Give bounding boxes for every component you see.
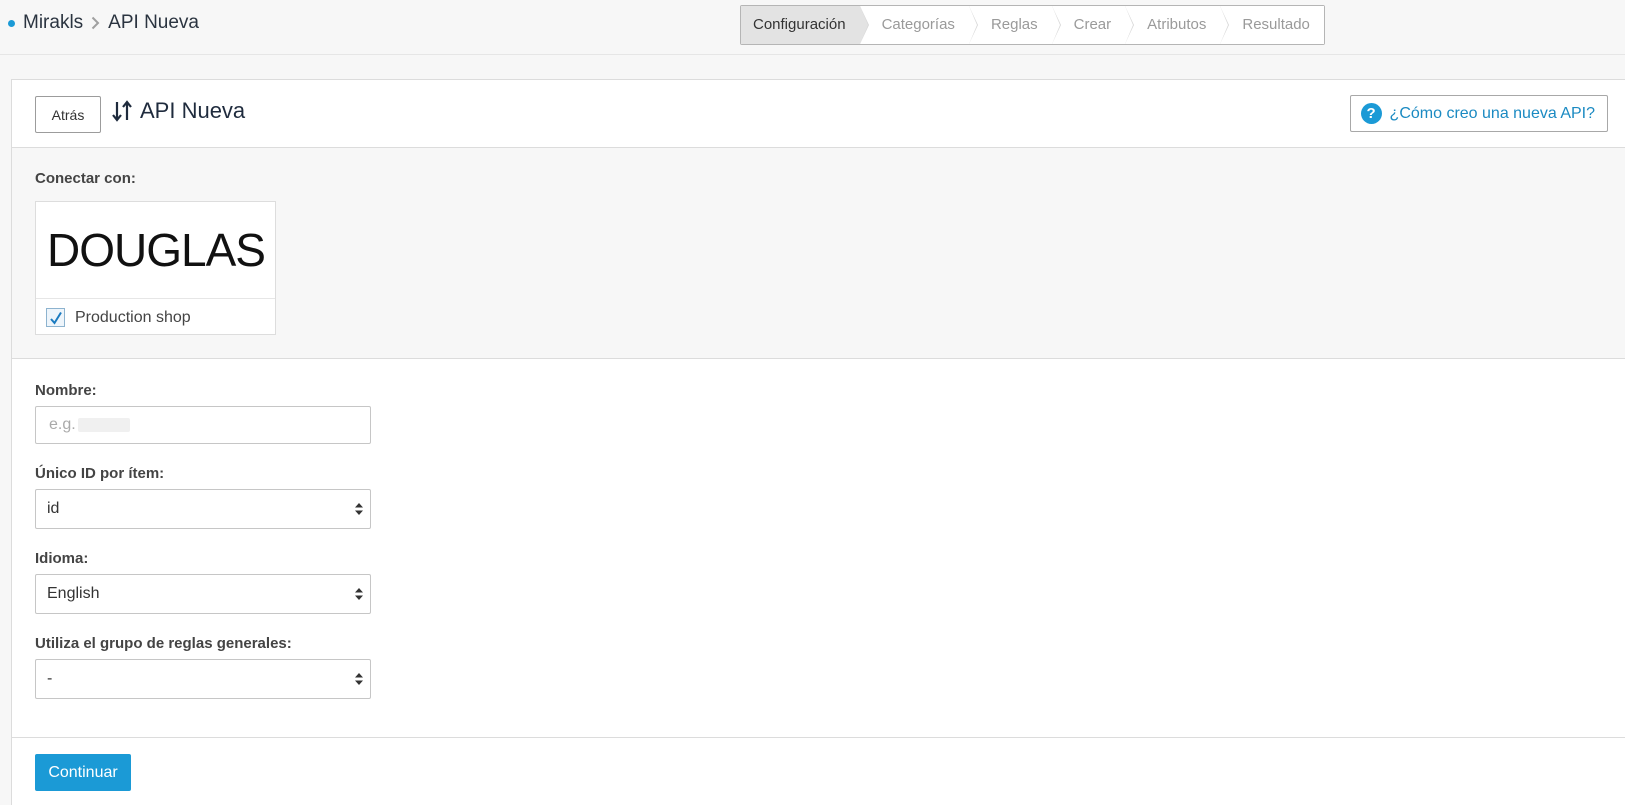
wizard-step-resultado[interactable]: Resultado bbox=[1220, 6, 1324, 44]
panel-header: Atrás API Nueva ? ¿Cómo creo una nueva A… bbox=[12, 80, 1625, 148]
name-field[interactable]: e.g. bbox=[35, 406, 371, 444]
unique-id-label: Único ID por ítem: bbox=[35, 465, 165, 482]
breadcrumb: Mirakls API Nueva bbox=[8, 12, 199, 34]
status-dot-icon bbox=[8, 19, 15, 27]
wizard-step-configuracion[interactable]: Configuración bbox=[741, 6, 869, 44]
help-button-label: ¿Cómo creo una nueva API? bbox=[1389, 104, 1595, 122]
page-title: API Nueva bbox=[110, 98, 245, 124]
wizard-step-categorias[interactable]: Categorías bbox=[859, 6, 979, 44]
caret-updown-icon bbox=[354, 502, 364, 516]
connect-section: Conectar con: DOUGLAS Production shop bbox=[12, 148, 1625, 359]
breadcrumb-current: API Nueva bbox=[108, 12, 199, 33]
connect-label: Conectar con: bbox=[35, 170, 136, 187]
rules-group-label: Utiliza el grupo de reglas generales: bbox=[35, 635, 292, 652]
language-label: Idioma: bbox=[35, 550, 89, 567]
language-select[interactable]: English bbox=[35, 574, 371, 614]
production-shop-checkbox[interactable] bbox=[46, 308, 65, 327]
continue-button[interactable]: Continuar bbox=[35, 754, 131, 791]
help-button[interactable]: ? ¿Cómo creo una nueva API? bbox=[1349, 95, 1608, 132]
main-panel: Atrás API Nueva ? ¿Cómo creo una nueva A… bbox=[11, 79, 1625, 805]
page-title-text: API Nueva bbox=[140, 98, 246, 123]
breadcrumb-root-link[interactable]: Mirakls bbox=[23, 12, 83, 34]
wizard-step-reglas[interactable]: Reglas bbox=[968, 6, 1061, 44]
shop-card[interactable]: DOUGLAS Production shop bbox=[35, 201, 276, 335]
sort-arrows-icon bbox=[110, 99, 134, 123]
chevron-right-icon bbox=[91, 16, 100, 30]
rules-group-value: - bbox=[47, 670, 53, 687]
back-button[interactable]: Atrás bbox=[35, 96, 101, 133]
redacted-placeholder bbox=[77, 418, 130, 432]
top-bar: Mirakls API Nueva Configuración Categorí… bbox=[0, 0, 1625, 55]
rules-group-select[interactable]: - bbox=[35, 659, 371, 699]
unique-id-value: id bbox=[47, 500, 60, 517]
form-section: Nombre: e.g. Único ID por ítem: id Idiom… bbox=[12, 360, 1625, 736]
svg-text:DOUGLAS: DOUGLAS bbox=[47, 225, 265, 275]
language-value: English bbox=[47, 585, 100, 602]
production-shop-option[interactable]: Production shop bbox=[46, 308, 191, 327]
caret-updown-icon bbox=[354, 672, 364, 686]
checkmark-icon bbox=[49, 311, 62, 325]
douglas-logo: DOUGLAS bbox=[36, 202, 275, 299]
name-field-placeholder: e.g. bbox=[49, 416, 76, 433]
wizard-step-crear[interactable]: Crear bbox=[1051, 6, 1134, 44]
question-circle-icon: ? bbox=[1360, 103, 1382, 124]
wizard-step-atributos[interactable]: Atributos bbox=[1125, 6, 1230, 44]
name-label: Nombre: bbox=[35, 382, 97, 399]
wizard-steps: Configuración Categorías Reglas Crear At… bbox=[740, 5, 1325, 45]
form-footer: Continuar bbox=[12, 737, 1625, 805]
production-shop-label: Production shop bbox=[75, 308, 191, 326]
unique-id-select[interactable]: id bbox=[35, 489, 371, 529]
caret-updown-icon bbox=[354, 587, 364, 601]
